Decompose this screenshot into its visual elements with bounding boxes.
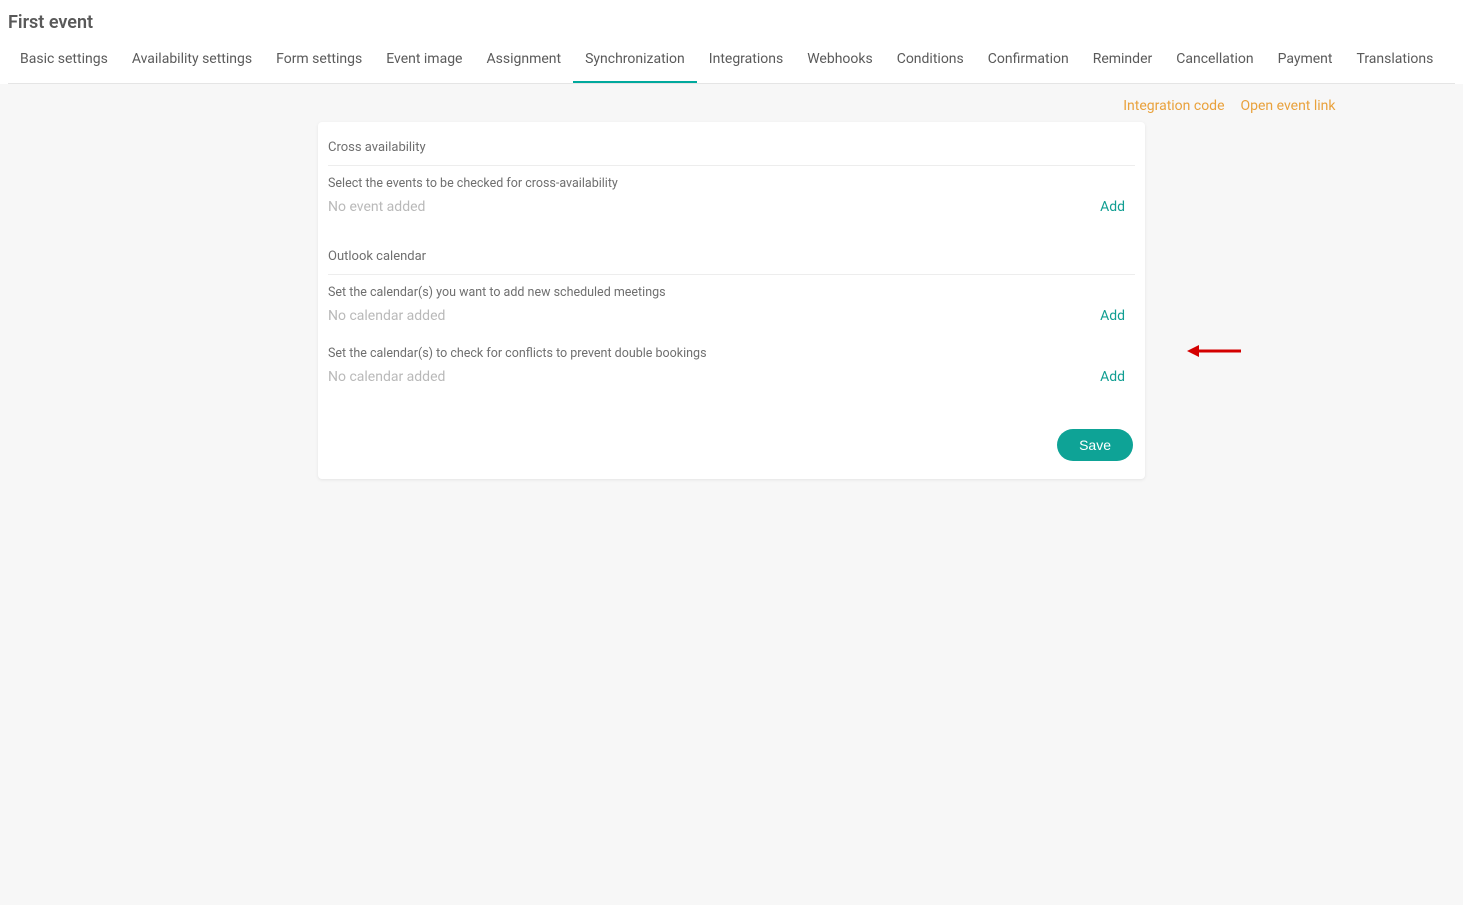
- cross-availability-section: Cross availability Select the events to …: [328, 140, 1135, 215]
- tab-translations[interactable]: Translations: [1344, 41, 1445, 83]
- integration-code-link[interactable]: Integration code: [1123, 98, 1224, 114]
- cross-availability-placeholder: No event added: [328, 199, 425, 215]
- outlook-add-meetings-add-button[interactable]: Add: [1100, 308, 1135, 324]
- outlook-add-meetings-placeholder: No calendar added: [328, 308, 445, 324]
- top-links: Integration code Open event link: [128, 98, 1336, 114]
- tab-integrations[interactable]: Integrations: [697, 41, 795, 83]
- page-title: First event: [8, 12, 1455, 41]
- tab-cancellation[interactable]: Cancellation: [1164, 41, 1265, 83]
- tab-synchronization[interactable]: Synchronization: [573, 41, 697, 83]
- tabs-bar: Basic settings Availability settings For…: [8, 41, 1455, 84]
- tab-assignment[interactable]: Assignment: [474, 41, 573, 83]
- cross-availability-title: Cross availability: [328, 140, 1135, 166]
- outlook-title: Outlook calendar: [328, 249, 1135, 275]
- outlook-check-conflicts-add-button[interactable]: Add: [1100, 369, 1135, 385]
- tab-event-image[interactable]: Event image: [374, 41, 474, 83]
- tab-form-settings[interactable]: Form settings: [264, 41, 374, 83]
- cross-availability-subtext: Select the events to be checked for cros…: [328, 176, 1135, 191]
- tab-conditions[interactable]: Conditions: [885, 41, 976, 83]
- tab-webhooks[interactable]: Webhooks: [795, 41, 885, 83]
- outlook-check-conflicts-subtext: Set the calendar(s) to check for conflic…: [328, 346, 1135, 361]
- outlook-add-meetings-subtext: Set the calendar(s) you want to add new …: [328, 285, 1135, 300]
- outlook-check-conflicts-placeholder: No calendar added: [328, 369, 445, 385]
- tab-reminder[interactable]: Reminder: [1081, 41, 1165, 83]
- outlook-section: Outlook calendar Set the calendar(s) you…: [328, 249, 1135, 385]
- tab-availability-settings[interactable]: Availability settings: [120, 41, 264, 83]
- tab-confirmation[interactable]: Confirmation: [976, 41, 1081, 83]
- open-event-link[interactable]: Open event link: [1241, 98, 1336, 114]
- tab-basic-settings[interactable]: Basic settings: [8, 41, 120, 83]
- save-button[interactable]: Save: [1057, 429, 1133, 461]
- outlook-check-conflicts-block: Set the calendar(s) to check for conflic…: [328, 346, 1135, 385]
- cross-availability-add-button[interactable]: Add: [1100, 199, 1135, 215]
- outlook-add-meetings-block: Set the calendar(s) you want to add new …: [328, 285, 1135, 324]
- tab-payment[interactable]: Payment: [1266, 41, 1345, 83]
- settings-card: Cross availability Select the events to …: [318, 122, 1145, 479]
